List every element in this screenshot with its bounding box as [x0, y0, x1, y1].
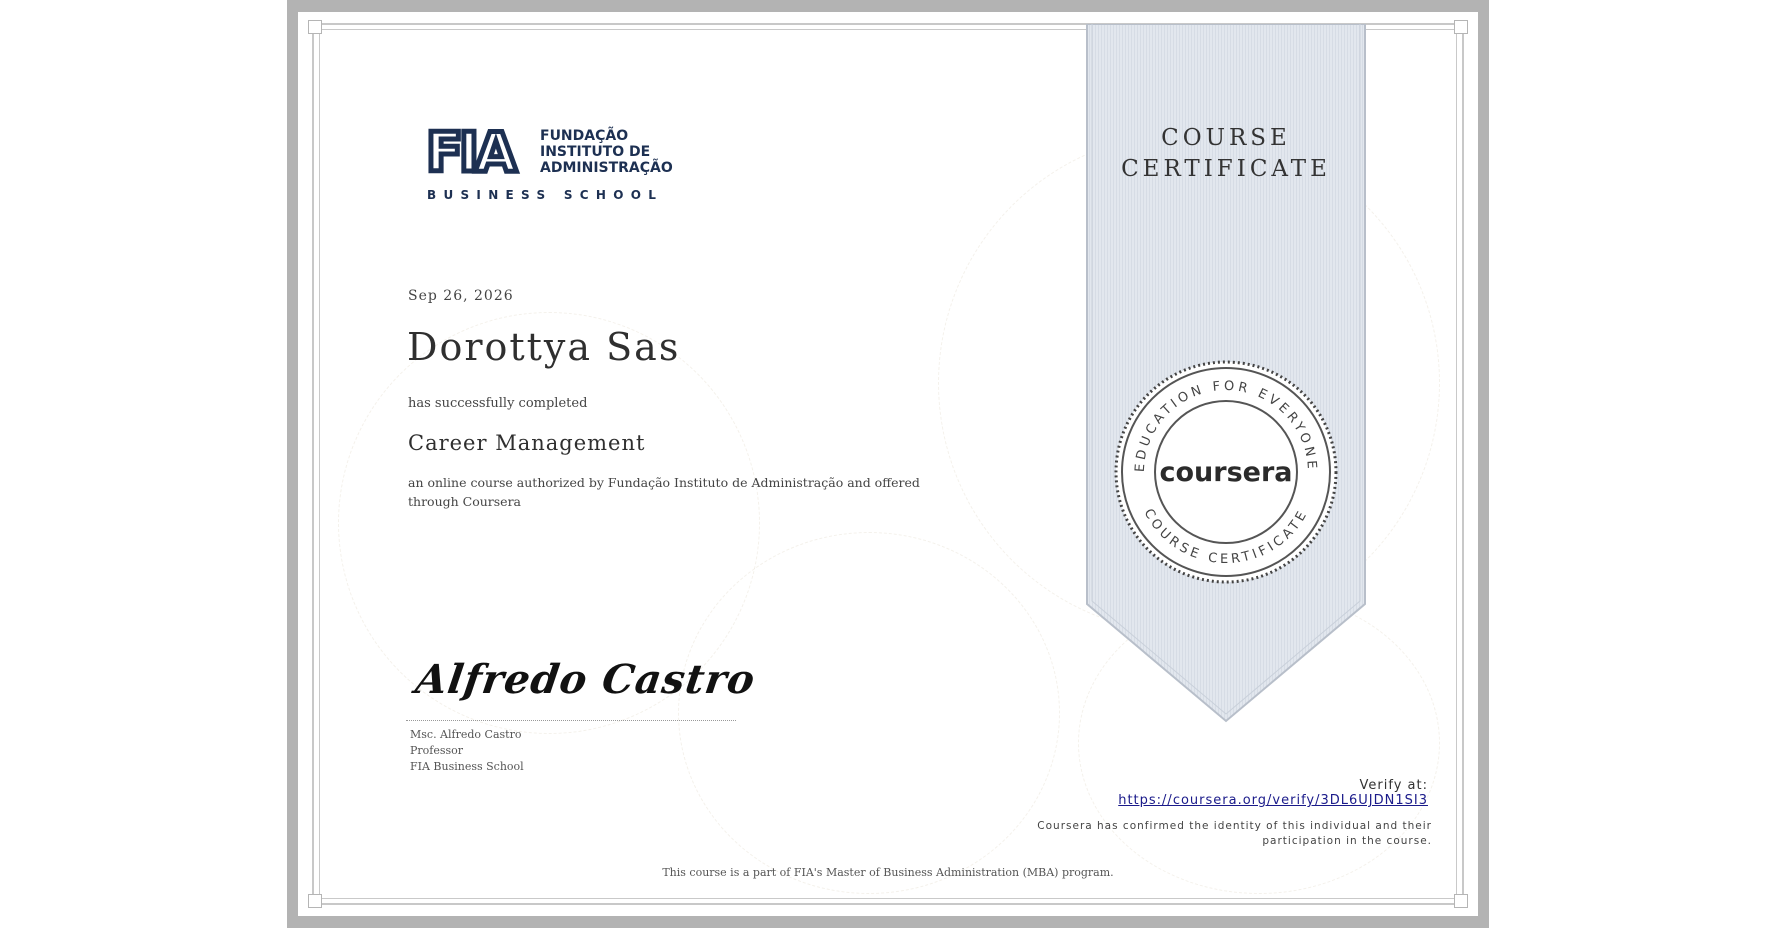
- signature-line: [406, 720, 736, 721]
- course-certificate-title-line: COURSE: [1161, 125, 1291, 151]
- course-certificate-title-line: CERTIFICATE: [1121, 156, 1331, 182]
- fia-logo: FIA FUNDAÇÃO INSTITUTO DE ADMINISTRAÇÃO …: [424, 121, 673, 214]
- verify-link[interactable]: https://coursera.org/verify/3DL6UJDN1SI3: [1118, 793, 1428, 808]
- corner-ornament: [308, 894, 322, 908]
- recipient-name: Dorottya Sas: [407, 325, 681, 369]
- signer-info: Msc. Alfredo Castro Professor FIA Busine…: [410, 727, 524, 775]
- verification-block: Verify at: https://coursera.org/verify/3…: [1118, 778, 1428, 808]
- signature-handwritten: Alfredo Castro: [412, 656, 759, 703]
- completion-statement: has successfully completed: [408, 396, 588, 411]
- corner-ornament: [1454, 894, 1468, 908]
- coursera-seal-icon: EDUCATION FOR EVERYONE COURSE CERTIFICAT…: [1114, 360, 1338, 584]
- signer-name: Msc. Alfredo Castro: [410, 728, 522, 741]
- signer-title: Professor: [410, 744, 464, 757]
- course-name: Career Management: [408, 431, 646, 455]
- course-certificate-title: COURSE CERTIFICATE: [1086, 123, 1366, 185]
- verify-label: Verify at:: [1359, 778, 1428, 793]
- guilloche-pattern: [678, 532, 1060, 894]
- issue-date: Sep 26, 2026: [408, 288, 514, 304]
- fia-logo-name: FUNDAÇÃO INSTITUTO DE ADMINISTRAÇÃO: [540, 128, 673, 176]
- fia-logo-tagline: BUSINESS SCHOOL: [427, 188, 664, 202]
- seal-brand: coursera: [1159, 457, 1292, 488]
- course-description: an online course authorized by Fundação …: [408, 475, 920, 509]
- course-certificate-banner: COURSE CERTIFICATE EDUCATION FOR EVERYON…: [1086, 24, 1366, 723]
- fia-logo-letters: FIA: [424, 121, 520, 184]
- fia-logo-name-line: INSTITUTO DE: [540, 144, 651, 160]
- certificate-paper: FIA FUNDAÇÃO INSTITUTO DE ADMINISTRAÇÃO …: [298, 12, 1478, 916]
- corner-ornament: [1454, 20, 1468, 34]
- corner-ornament: [308, 20, 322, 34]
- fia-logo-name-line: FUNDAÇÃO: [540, 128, 629, 144]
- identity-confirmation: Coursera has confirmed the identity of t…: [1037, 820, 1432, 847]
- fia-logo-name-line: ADMINISTRAÇÃO: [540, 160, 673, 176]
- signer-organization: FIA Business School: [410, 760, 524, 773]
- program-footer-note: This course is a part of FIA's Master of…: [662, 866, 1114, 879]
